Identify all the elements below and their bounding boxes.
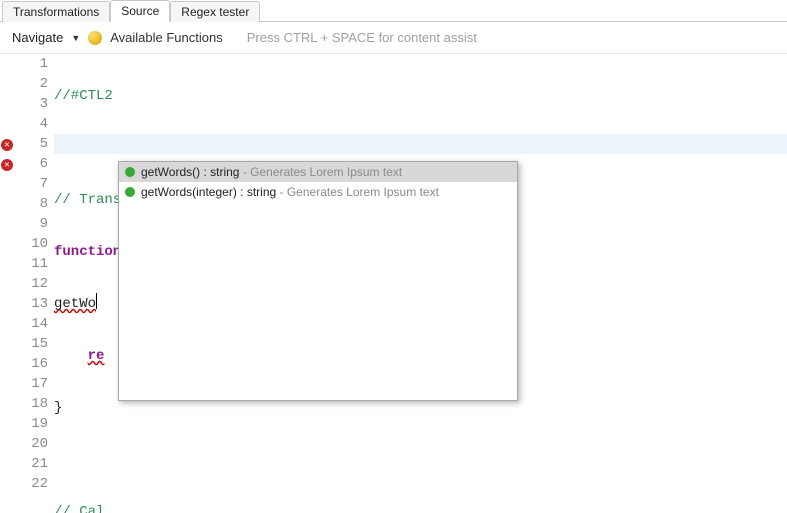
dropdown-arrow-icon[interactable]: ▼ (69, 33, 82, 43)
available-functions-icon (88, 31, 102, 45)
error-marker-icon[interactable]: ✕ (1, 139, 13, 151)
code-editor[interactable]: ✕ ✕ 1234 5678 9101112 13141516 17181920 … (0, 54, 787, 513)
completion-description: - Generates Lorem Ipsum text (276, 185, 439, 199)
typed-token: getWo (54, 296, 96, 312)
code-text: function (54, 244, 121, 260)
completion-signature: getWords() : string (141, 165, 239, 179)
tab-label: Regex tester (181, 5, 249, 19)
toolbar: Navigate ▼ Available Functions Press CTR… (0, 22, 787, 54)
code-text: } (54, 400, 62, 416)
text-cursor (96, 293, 97, 309)
error-marker-icon[interactable]: ✕ (1, 159, 13, 171)
available-functions-button[interactable]: Available Functions (110, 30, 223, 45)
content-assist-popup: getWords() : string - Generates Lorem Ip… (118, 161, 518, 401)
function-proposal-icon (125, 167, 135, 177)
function-proposal-icon (125, 187, 135, 197)
code-text: re (88, 348, 105, 364)
code-text: // Cal (54, 504, 104, 513)
completion-description: - Generates Lorem Ipsum text (239, 165, 402, 179)
navigate-menu[interactable]: Navigate (12, 30, 63, 45)
code-text: //#CTL2 (54, 88, 113, 104)
marker-column: ✕ ✕ (0, 54, 16, 513)
tab-source[interactable]: Source (110, 0, 170, 22)
line-number-gutter: 1234 5678 9101112 13141516 17181920 2122 (16, 54, 54, 513)
completion-item[interactable]: getWords() : string - Generates Lorem Ip… (119, 162, 517, 182)
tab-transformations[interactable]: Transformations (2, 1, 110, 22)
completion-item[interactable]: getWords(integer) : string - Generates L… (119, 182, 517, 202)
tab-regex-tester[interactable]: Regex tester (170, 1, 260, 22)
tab-bar: Transformations Source Regex tester (0, 0, 787, 22)
tab-label: Source (121, 4, 159, 18)
tab-label: Transformations (13, 5, 99, 19)
content-assist-hint: Press CTRL + SPACE for content assist (247, 30, 477, 45)
completion-signature: getWords(integer) : string (141, 185, 276, 199)
